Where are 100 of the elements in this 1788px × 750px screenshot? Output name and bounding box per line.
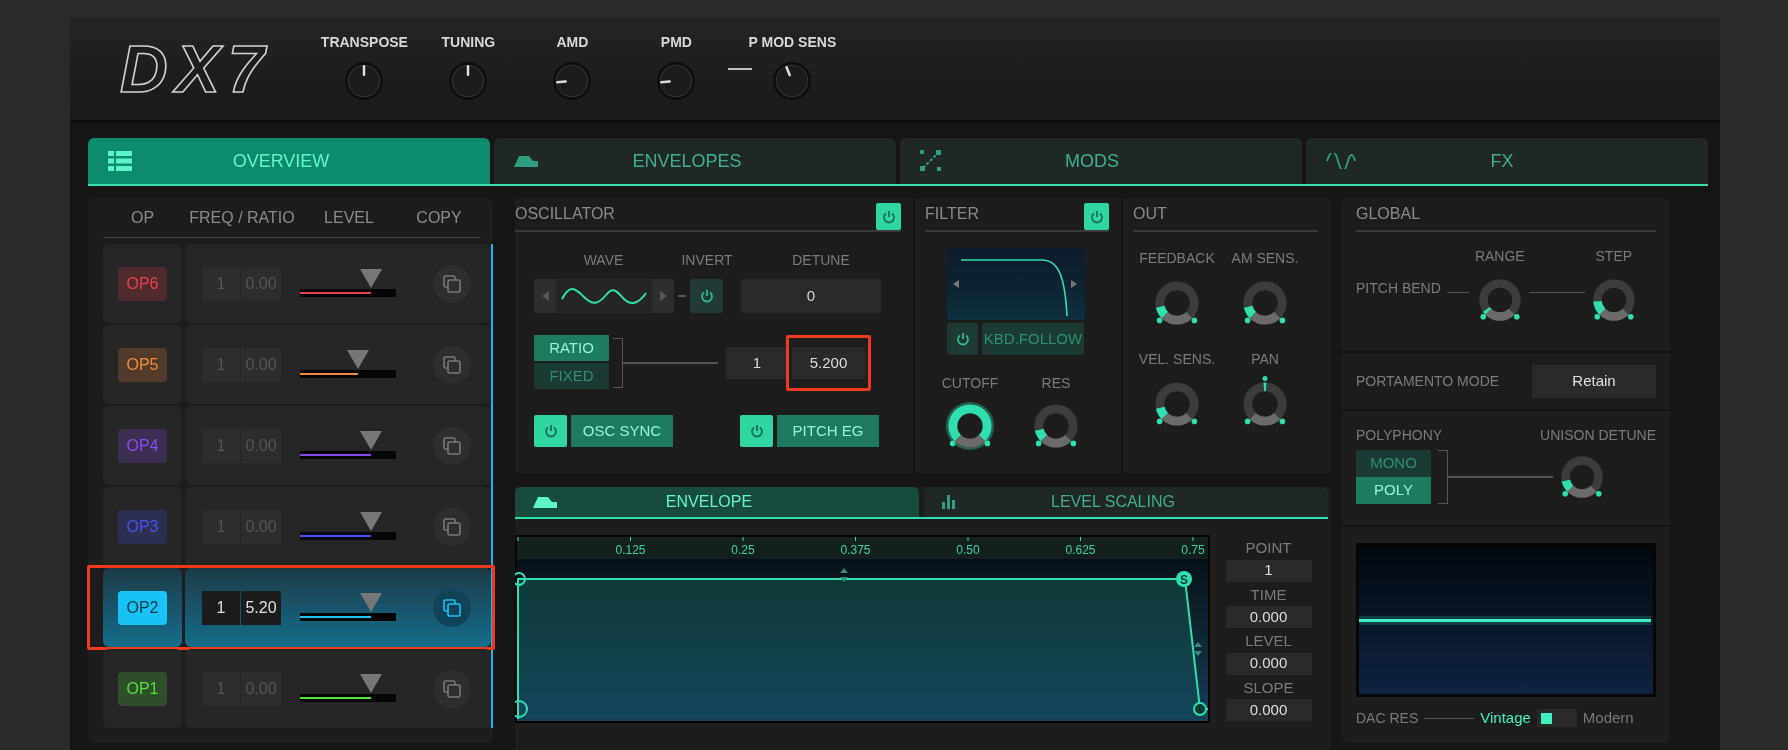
field-label: LEVEL bbox=[1245, 631, 1292, 651]
copy-button[interactable] bbox=[433, 507, 471, 546]
operator-button[interactable]: OP1 bbox=[118, 671, 167, 706]
next-wave-button[interactable] bbox=[652, 279, 674, 313]
copy-button[interactable] bbox=[433, 345, 471, 384]
field-label: POINT bbox=[1245, 538, 1292, 558]
mode-button[interactable]: POLY bbox=[1356, 477, 1431, 504]
copy-button[interactable] bbox=[433, 588, 471, 627]
option-label[interactable]: Modern bbox=[1582, 707, 1634, 730]
sustain-node[interactable]: S bbox=[1176, 571, 1192, 587]
tab[interactable]: MODS bbox=[900, 138, 1302, 184]
tick-label: 0.75 bbox=[1181, 543, 1205, 557]
ratio-coarse-field[interactable]: 1 bbox=[202, 590, 240, 625]
section-title: OSCILLATOR bbox=[515, 204, 615, 224]
previous-wave-button[interactable] bbox=[534, 279, 556, 313]
power-button[interactable] bbox=[876, 203, 901, 230]
value-field[interactable]: 0.000 bbox=[1225, 652, 1312, 675]
row-label: PITCH BEND bbox=[1356, 279, 1441, 298]
knob-label: AMD bbox=[556, 32, 589, 52]
copy-button[interactable] bbox=[433, 264, 471, 303]
power-button[interactable] bbox=[690, 279, 723, 313]
column-header: FREQ / RATIO bbox=[188, 207, 296, 228]
slider-thumb[interactable] bbox=[360, 592, 383, 612]
power-icon bbox=[543, 424, 558, 438]
knob-label: PMD bbox=[660, 32, 692, 52]
operator-button[interactable]: OP2 bbox=[118, 590, 167, 625]
operator-button[interactable]: OP3 bbox=[118, 509, 167, 544]
toggle-button[interactable]: KBD.FOLLOW bbox=[982, 323, 1084, 355]
power-icon bbox=[699, 289, 714, 303]
section-title: GLOBAL bbox=[1356, 204, 1421, 224]
mode-button[interactable]: FIXED bbox=[534, 363, 609, 389]
operator-button[interactable]: OP4 bbox=[118, 428, 167, 463]
knob-label: VEL. SENS. bbox=[1138, 350, 1216, 369]
knob-label: STEP bbox=[1595, 247, 1633, 266]
detune-field[interactable]: 0 bbox=[741, 279, 881, 313]
knob-label: CUTOFF bbox=[941, 374, 999, 393]
switch-knob bbox=[1540, 712, 1552, 724]
knob-label: TUNING bbox=[441, 32, 496, 52]
field-label: SLOPE bbox=[1243, 677, 1294, 698]
option-label[interactable]: Vintage bbox=[1480, 707, 1531, 730]
tab[interactable]: OVERVIEW bbox=[88, 138, 490, 184]
envelope-shape-icon bbox=[533, 496, 557, 508]
slider-thumb[interactable] bbox=[360, 673, 383, 693]
knob-label: TRANSPOSE bbox=[320, 32, 408, 52]
mode-button[interactable]: RATIO bbox=[534, 335, 609, 361]
envelope-curve[interactable] bbox=[515, 568, 1209, 720]
tick-label: 0.375 bbox=[840, 543, 871, 557]
tab[interactable]: LEVEL SCALING bbox=[924, 487, 1328, 517]
power-icon bbox=[749, 424, 764, 438]
slider-thumb[interactable] bbox=[360, 430, 383, 450]
envelope-shape-icon bbox=[514, 155, 538, 167]
wave-icon bbox=[1326, 153, 1356, 169]
value-field[interactable]: 0.000 bbox=[1225, 606, 1312, 628]
field-label: WAVE bbox=[582, 251, 625, 270]
left-arrow-icon bbox=[541, 291, 549, 301]
ratio-fine-field[interactable]: 5.200 bbox=[792, 347, 865, 379]
tab[interactable]: FX bbox=[1306, 138, 1708, 184]
toggle-button[interactable]: PITCH EG bbox=[777, 415, 879, 447]
section-title: FILTER bbox=[925, 204, 979, 224]
ratio-coarse-field[interactable]: 1 bbox=[726, 347, 788, 379]
grid-icon bbox=[108, 151, 132, 171]
knob-label: RES bbox=[1041, 374, 1071, 393]
curve-icon bbox=[920, 150, 942, 172]
slider-thumb[interactable] bbox=[360, 511, 383, 531]
operator-button[interactable]: OP6 bbox=[118, 266, 167, 301]
tab[interactable]: ENVELOPE bbox=[515, 487, 919, 517]
power-button[interactable] bbox=[534, 415, 567, 447]
tick-label: 0.25 bbox=[731, 543, 755, 557]
slider-thumb[interactable] bbox=[346, 349, 369, 369]
row-label: DAC RES bbox=[1356, 708, 1419, 728]
slider-thumb[interactable] bbox=[360, 268, 383, 288]
ratio-fine-field[interactable]: 5.20 bbox=[241, 590, 281, 625]
knob-label: RANGE bbox=[1474, 247, 1525, 266]
knob[interactable] bbox=[944, 400, 996, 452]
knob-label: AM SENS. bbox=[1231, 249, 1299, 268]
knob-label: PAN bbox=[1251, 350, 1279, 369]
copy-button[interactable] bbox=[433, 426, 471, 465]
envelope-editor[interactable]: 0.125 0.25 0.375 0.50 0.625 0.75 S bbox=[515, 535, 1210, 723]
mode-switch[interactable] bbox=[1536, 709, 1577, 728]
copy-button[interactable] bbox=[433, 669, 471, 708]
power-icon bbox=[955, 332, 970, 346]
copy-icon bbox=[443, 355, 461, 374]
column-header: COPY bbox=[415, 207, 463, 228]
mode-button[interactable]: MONO bbox=[1356, 450, 1431, 477]
copy-icon bbox=[443, 436, 461, 455]
operator-button[interactable]: OP5 bbox=[118, 347, 167, 382]
tab[interactable]: ENVELOPES bbox=[494, 138, 896, 184]
power-button[interactable] bbox=[740, 415, 773, 447]
toggle-button[interactable]: OSC SYNC bbox=[571, 415, 673, 447]
tick-label: 0.50 bbox=[956, 543, 980, 557]
value-field[interactable]: 0.000 bbox=[1225, 699, 1312, 721]
column-header: OP bbox=[129, 207, 156, 228]
value-field[interactable]: 1 bbox=[1225, 559, 1312, 582]
power-button[interactable] bbox=[1084, 203, 1109, 230]
bar-chart-icon bbox=[942, 495, 956, 509]
power-button[interactable] bbox=[947, 323, 978, 355]
tick-label: 0.125 bbox=[615, 543, 646, 557]
power-icon bbox=[881, 209, 896, 224]
row-label: POLYPHONY bbox=[1356, 426, 1443, 445]
mode-dropdown[interactable]: Retain bbox=[1532, 364, 1656, 398]
